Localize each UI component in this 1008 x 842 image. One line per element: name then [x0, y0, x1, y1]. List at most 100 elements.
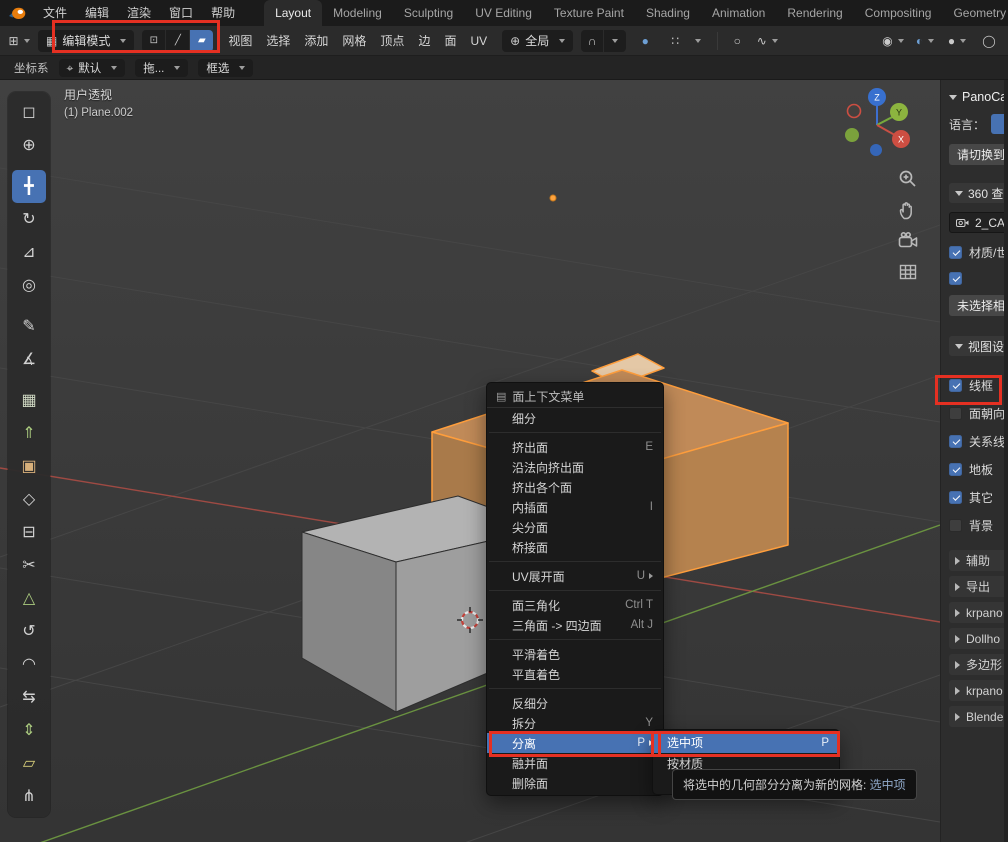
context-menu-item[interactable] [489, 639, 661, 640]
shading-render-button[interactable]: ◯ [978, 30, 1000, 52]
camera-selector[interactable]: 2_CAM [949, 212, 1008, 233]
context-menu-item[interactable]: 面三角化 Ctrl T [487, 595, 663, 615]
section-360-header[interactable]: 360 查 [949, 183, 1008, 203]
menubar-item[interactable]: 窗口 [160, 0, 202, 26]
context-menu-item[interactable]: 融并面 [487, 753, 663, 773]
scale-tool[interactable]: ⊿ [12, 236, 46, 269]
orientation-dropdown[interactable]: ⊕ 全局 [502, 30, 573, 52]
workspace-tab[interactable]: Shading [635, 0, 701, 26]
collapsed-section[interactable]: 多边形 [949, 654, 1008, 675]
bevel-tool[interactable]: ◇ [12, 483, 46, 516]
edge-slide-tool[interactable]: ⇆ [12, 681, 46, 714]
snap-target-dropdown-button[interactable] [687, 30, 709, 52]
checkbox[interactable] [949, 379, 962, 392]
sidebar-scrollbar[interactable] [1004, 80, 1008, 842]
context-menu-item[interactable]: 分离 P [487, 733, 663, 753]
add-cube-tool[interactable]: ▦ [12, 384, 46, 417]
viewport-menu-item[interactable]: 视图 [221, 26, 259, 56]
workspace-tab[interactable]: Modeling [322, 0, 393, 26]
viewport-menu-item[interactable]: 面 [437, 26, 463, 56]
camera-view-button[interactable] [895, 228, 921, 254]
context-menu-item[interactable]: 沿法向挤出面 [487, 457, 663, 477]
collapsed-section[interactable]: 辅助 [949, 550, 1008, 571]
edge-select-mode-button[interactable]: ╱ [166, 30, 189, 52]
blender-logo-icon[interactable] [8, 5, 28, 21]
panel-header-panocam[interactable]: PanoCam [949, 86, 1008, 108]
checkbox[interactable] [949, 407, 962, 420]
checkbox[interactable] [949, 519, 962, 532]
workspace-tab[interactable]: Rendering [776, 0, 853, 26]
workspace-tab[interactable]: Texture Paint [543, 0, 635, 26]
no-camera-button[interactable]: 未选择相机 [949, 295, 1008, 316]
pan-hand-button[interactable] [895, 197, 921, 223]
shading-material-button[interactable]: ● [946, 30, 968, 52]
view-option-checkbox[interactable]: 面朝向 [949, 404, 1008, 422]
extrude-region-tool[interactable]: ⇑ [12, 417, 46, 450]
section-viewport-settings-header[interactable]: 视图设 [949, 336, 1008, 356]
transform-tool[interactable]: ◎ [12, 269, 46, 302]
loop-cut-tool[interactable]: ⊟ [12, 516, 46, 549]
checkbox[interactable] [949, 463, 962, 476]
editor-type-button[interactable]: ⊞ [8, 30, 30, 52]
context-menu-item[interactable]: 挤出各个面 [487, 477, 663, 497]
context-menu-item[interactable] [489, 561, 661, 562]
snap-target-button[interactable]: ∷ [664, 30, 686, 52]
context-menu-item[interactable]: 删除面 [487, 773, 663, 793]
collapsed-section[interactable]: 导出 [949, 576, 1008, 597]
menubar-item[interactable]: 帮助 [202, 0, 244, 26]
view-option-checkbox[interactable]: 线框 [949, 376, 1008, 394]
context-menu-item[interactable]: 内插面 I [487, 497, 663, 517]
rip-region-tool[interactable]: ⋔ [12, 780, 46, 813]
vertex-select-mode-button[interactable]: ⊡ [142, 30, 165, 52]
collapsed-section[interactable]: krpano [949, 680, 1008, 701]
shear-tool[interactable]: ▱ [12, 747, 46, 780]
context-menu-item[interactable]: 拆分 Y [487, 713, 663, 733]
inset-faces-tool[interactable]: ▣ [12, 450, 46, 483]
workspace-tab[interactable]: Compositing [854, 0, 943, 26]
shading-solid-button[interactable]: ◐ [914, 30, 936, 52]
context-menu-item[interactable]: 桥接面 [487, 537, 663, 557]
falloff-dropdown-button[interactable]: ∿ [756, 30, 778, 52]
context-menu-item[interactable] [489, 590, 661, 591]
move-tool[interactable]: ╋ [12, 170, 46, 203]
context-menu-item[interactable] [489, 432, 661, 433]
menubar-item[interactable]: 编辑 [76, 0, 118, 26]
viewport-menu-item[interactable]: UV [463, 26, 494, 56]
spin-tool[interactable]: ↺ [12, 615, 46, 648]
context-menu-item[interactable]: 细分 [487, 408, 663, 428]
3d-viewport[interactable]: ◻⊕╋↻⊿◎✎∡▦⇑▣◇⊟✂△↺◠⇆⇕▱⋔ 用户透视 (1) Plane.002… [0, 80, 940, 842]
rotate-tool[interactable]: ↻ [12, 203, 46, 236]
viewport-menu-item[interactable]: 选择 [259, 26, 297, 56]
view-option-checkbox[interactable]: 其它 [949, 488, 1008, 506]
workspace-tab[interactable]: Layout [264, 0, 322, 26]
knife-tool[interactable]: ✂ [12, 549, 46, 582]
poly-build-tool[interactable]: △ [12, 582, 46, 615]
context-menu-item[interactable]: 尖分面 [487, 517, 663, 537]
grid-ortho-button[interactable] [895, 259, 921, 285]
context-menu-item[interactable]: UV展开面 U [487, 566, 663, 586]
view-option-checkbox[interactable]: 地板 [949, 460, 1008, 478]
checkbox[interactable] [949, 246, 962, 259]
snap-magnet-button[interactable]: ∩ [581, 30, 603, 52]
shrink-fatten-tool[interactable]: ⇕ [12, 714, 46, 747]
checkbox[interactable] [949, 435, 962, 448]
face-select-mode-button[interactable]: ▰ [190, 30, 213, 52]
workspace-tab[interactable]: Animation [701, 0, 776, 26]
context-menu-item[interactable]: 挤出面 E [487, 437, 663, 457]
viewport-menu-item[interactable]: 网格 [335, 26, 373, 56]
unlabeled-checkbox[interactable] [949, 269, 1008, 287]
collapsed-section[interactable]: krpano [949, 602, 1008, 623]
drag-dropdown[interactable]: 拖... [135, 59, 188, 77]
workspace-tab[interactable]: UV Editing [464, 0, 543, 26]
workspace-tab[interactable]: Sculpting [393, 0, 464, 26]
smooth-tool[interactable]: ◠ [12, 648, 46, 681]
material-world-checkbox[interactable]: 材质/世 [949, 243, 1008, 261]
annotate-tool[interactable]: ✎ [12, 310, 46, 343]
switch-object-button[interactable]: 请切换到对 [949, 144, 1008, 165]
context-menu-item[interactable] [489, 688, 661, 689]
workspace-tab[interactable]: Geometry Nodes [942, 0, 1008, 26]
menubar-item[interactable]: 渲染 [118, 0, 160, 26]
context-menu-item[interactable]: 反细分 [487, 693, 663, 713]
cursor-tool[interactable]: ⊕ [12, 129, 46, 162]
proportional-editing-button[interactable]: ○ [726, 30, 748, 52]
